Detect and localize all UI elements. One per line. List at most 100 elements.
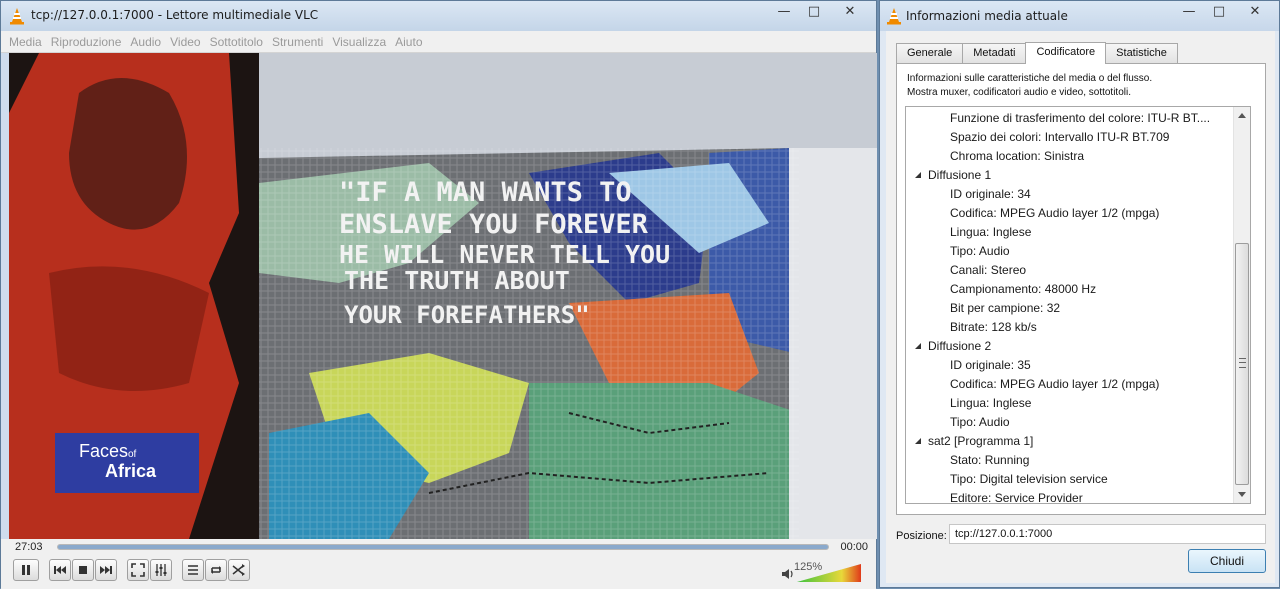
maximize-button[interactable]: □ [800, 1, 828, 21]
video-output[interactable]: "IF A MAN WANTS TO ENSLAVE YOU FOREVER H… [9, 53, 877, 539]
mural-line-d: THE TRUTH ABOUT [344, 266, 570, 295]
loop-icon [211, 566, 221, 574]
mural-line-e: YOUR FOREFATHERS" [344, 301, 590, 329]
vlc-cone-icon [887, 8, 901, 25]
dialog-maximize-button[interactable]: □ [1205, 1, 1233, 21]
tab-codificatore[interactable]: Codificatore [1025, 42, 1107, 64]
loop-button[interactable] [205, 559, 227, 581]
tree-group-row[interactable]: sat2 [Programma 1] [928, 432, 1033, 451]
tab-bar: Generale Metadati Codificatore Statistic… [896, 41, 1178, 64]
seek-fill [58, 545, 828, 549]
menu-bar: Media Riproduzione Audio Video Sottotito… [1, 31, 876, 53]
position-label: Posizione: [896, 530, 947, 542]
tree-item-row[interactable]: Bit per campione: 32 [950, 299, 1060, 318]
tree-item-row[interactable]: ID originale: 35 [950, 356, 1031, 375]
menu-audio[interactable]: Audio [130, 35, 161, 49]
equalizer-icon [155, 564, 167, 576]
tree-item-row[interactable]: Codifica: MPEG Audio layer 1/2 (mpga) [950, 375, 1159, 394]
dialog-body: Generale Metadati Codificatore Statistic… [886, 31, 1275, 583]
window-buttons: — □ ✕ [768, 1, 870, 21]
tree-item-row[interactable]: Editore: Service Provider [950, 489, 1083, 503]
menu-riproduzione[interactable]: Riproduzione [51, 35, 122, 49]
close-window-button[interactable]: ✕ [830, 1, 870, 21]
mural-line-b: ENSLAVE YOU FOREVER [339, 209, 649, 240]
tree-item-row[interactable]: Codifica: MPEG Audio layer 1/2 (mpga) [950, 204, 1159, 223]
playlist-icon [188, 565, 198, 575]
fullscreen-button[interactable] [127, 559, 149, 581]
volume-label: 125% [794, 561, 823, 573]
stop-button[interactable] [72, 559, 94, 581]
extended-settings-button[interactable] [150, 559, 172, 581]
menu-aiuto[interactable]: Aiuto [395, 35, 422, 49]
vlc-titlebar[interactable]: tcp://127.0.0.1:7000 - Lettore multimedi… [1, 1, 876, 31]
logo-africa: Africa [105, 461, 157, 481]
vlc-main-window: tcp://127.0.0.1:7000 - Lettore multimedi… [0, 0, 877, 589]
playback-controls: 27:03 00:00 125% [1, 539, 876, 589]
tab-statistiche[interactable]: Statistiche [1105, 43, 1178, 63]
pause-icon [22, 565, 30, 575]
tree-group-row[interactable]: Diffusione 1 [928, 166, 991, 185]
menu-strumenti[interactable]: Strumenti [272, 35, 323, 49]
fullscreen-icon [131, 563, 145, 577]
tree-item-row[interactable]: Canali: Stereo [950, 261, 1026, 280]
playlist-button[interactable] [182, 559, 204, 581]
tree-scrollbar[interactable] [1233, 107, 1250, 503]
tree-item-row[interactable]: Chroma location: Sinistra [950, 147, 1084, 166]
tree-item-row[interactable]: Bitrate: 128 kb/s [950, 318, 1037, 337]
tree-item-row[interactable]: Tipo: Audio [950, 242, 1010, 261]
shuffle-icon [232, 564, 245, 576]
tree-item-row[interactable]: Stato: Running [950, 451, 1029, 470]
dialog-title: Informazioni media attuale [906, 9, 1068, 23]
codec-panel: Informazioni sulle caratteristiche del m… [896, 63, 1266, 515]
dialog-window-buttons: — □ ✕ [1173, 1, 1275, 21]
scroll-down-icon [1238, 492, 1246, 497]
panel-description: Informazioni sulle caratteristiche del m… [907, 72, 1152, 100]
dialog-titlebar[interactable]: Informazioni media attuale — □ ✕ [880, 1, 1279, 31]
scroll-up-arrow[interactable] [1234, 107, 1250, 123]
tree-item-row[interactable]: Tipo: Digital television service [950, 470, 1108, 489]
elapsed-time: 27:03 [15, 541, 43, 553]
minimize-button[interactable]: — [770, 1, 798, 21]
tree-item-row[interactable]: Tipo: Audio [950, 413, 1010, 432]
faces-of-africa-logo: Faces of Africa [55, 433, 199, 493]
tree-item-row[interactable]: Funzione di trasferimento del colore: IT… [950, 109, 1210, 128]
menu-video[interactable]: Video [170, 35, 200, 49]
tree-item-row[interactable]: Lingua: Inglese [950, 223, 1031, 242]
tree-group-row[interactable]: Diffusione 2 [928, 337, 991, 356]
mural-right-edge [789, 148, 877, 539]
tree-expander-icon[interactable] [913, 166, 923, 185]
description-line-1: Informazioni sulle caratteristiche del m… [907, 73, 1153, 84]
vlc-cone-icon [10, 8, 24, 25]
speaker-icon[interactable] [781, 567, 795, 581]
tree-expander-icon[interactable] [913, 337, 923, 356]
menu-media[interactable]: Media [9, 35, 42, 49]
codec-tree[interactable]: Funzione di trasferimento del colore: IT… [905, 106, 1251, 504]
tab-generale[interactable]: Generale [896, 43, 964, 63]
dialog-minimize-button[interactable]: — [1175, 1, 1203, 21]
mural-line-a: "IF A MAN WANTS TO [339, 177, 632, 208]
previous-button[interactable] [49, 559, 71, 581]
tab-metadati[interactable]: Metadati [962, 43, 1027, 63]
tree-item-row[interactable]: Spazio dei colori: Intervallo ITU-R BT.7… [950, 128, 1169, 147]
scroll-down-arrow[interactable] [1234, 487, 1250, 503]
position-field[interactable]: tcp://127.0.0.1:7000 [949, 524, 1266, 544]
remaining-time: 00:00 [840, 541, 868, 553]
menu-sottotitolo[interactable]: Sottotitolo [210, 35, 263, 49]
skip-back-icon [54, 566, 66, 574]
poster-body-shadow [49, 266, 209, 391]
menu-visualizza[interactable]: Visualizza [332, 35, 386, 49]
shuffle-button[interactable] [228, 559, 250, 581]
next-button[interactable] [95, 559, 117, 581]
close-button[interactable]: Chiudi [1188, 549, 1266, 573]
stop-icon [79, 566, 87, 574]
tree-item-row[interactable]: Campionamento: 48000 Hz [950, 280, 1096, 299]
tree-item-row[interactable]: ID originale: 34 [950, 185, 1031, 204]
tree-expander-icon[interactable] [913, 432, 923, 451]
scroll-thumb[interactable] [1235, 243, 1249, 485]
seek-slider[interactable] [57, 544, 829, 550]
pause-button[interactable] [13, 559, 39, 581]
dialog-close-x-button[interactable]: ✕ [1235, 1, 1275, 21]
tree-item-row[interactable]: Lingua: Inglese [950, 394, 1031, 413]
logo-faces: Faces [79, 441, 128, 461]
skip-forward-icon [100, 566, 112, 574]
